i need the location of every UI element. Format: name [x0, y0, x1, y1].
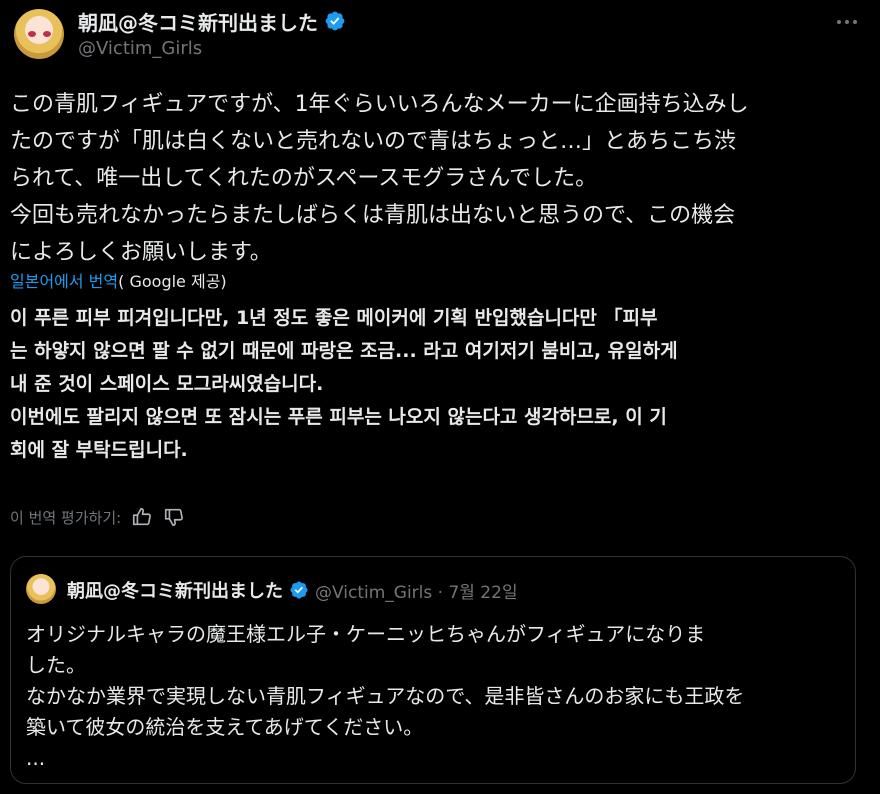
quoted-tweet-text: オリジナルキャラの魔王様エル子・ケーニッヒちゃんがフィギュアになりま した。 な… — [26, 622, 745, 770]
quoted-author-row: 朝凪@冬コミ新刊出ました @Victim_Girls · 7월 22일 — [67, 577, 518, 603]
translation-attribution: 일본어에서 번역( Google 제공) — [10, 268, 227, 292]
tweet-header: 朝凪@冬コミ新刊出ました @Victim_Girls — [14, 6, 866, 66]
translated-from-link[interactable]: 일본어에서 번역 — [10, 272, 118, 291]
quoted-handle-date: @Victim_Girls · 7월 22일 — [315, 582, 518, 603]
author-handle[interactable]: @Victim_Girls — [78, 38, 202, 59]
author-name-row: 朝凪@冬コミ新刊出ました — [78, 7, 346, 36]
thumbs-up-icon[interactable] — [131, 506, 153, 528]
verified-badge-icon — [290, 581, 308, 599]
quoted-tweet-card[interactable]: 朝凪@冬コミ新刊出ました @Victim_Girls · 7월 22일 オリジナ… — [10, 556, 856, 784]
author-name[interactable]: 朝凪@冬コミ新刊出ました — [78, 7, 318, 36]
thumbs-down-icon[interactable] — [163, 506, 185, 528]
tweet-original-text: この青肌フィギュアですが、1年ぐらいいろんなメーカーに企画持ち込みし たのですが… — [10, 92, 749, 265]
quoted-author-name: 朝凪@冬コミ新刊出ました — [67, 581, 283, 602]
translation-provider: ( Google 제공) — [118, 272, 227, 291]
rate-translation-label: 이 번역 평가하기: — [10, 508, 122, 527]
more-horizontal-icon[interactable] — [832, 12, 862, 32]
rate-translation: 이 번역 평가하기: — [10, 506, 185, 528]
author-avatar[interactable] — [14, 9, 64, 59]
quoted-author-avatar — [26, 574, 56, 604]
verified-badge-icon — [325, 11, 345, 31]
tweet-translation-text: 이 푸른 피부 피겨입니다만, 1년 정도 좋은 메이커에 기획 반입했습니다만… — [10, 307, 678, 461]
